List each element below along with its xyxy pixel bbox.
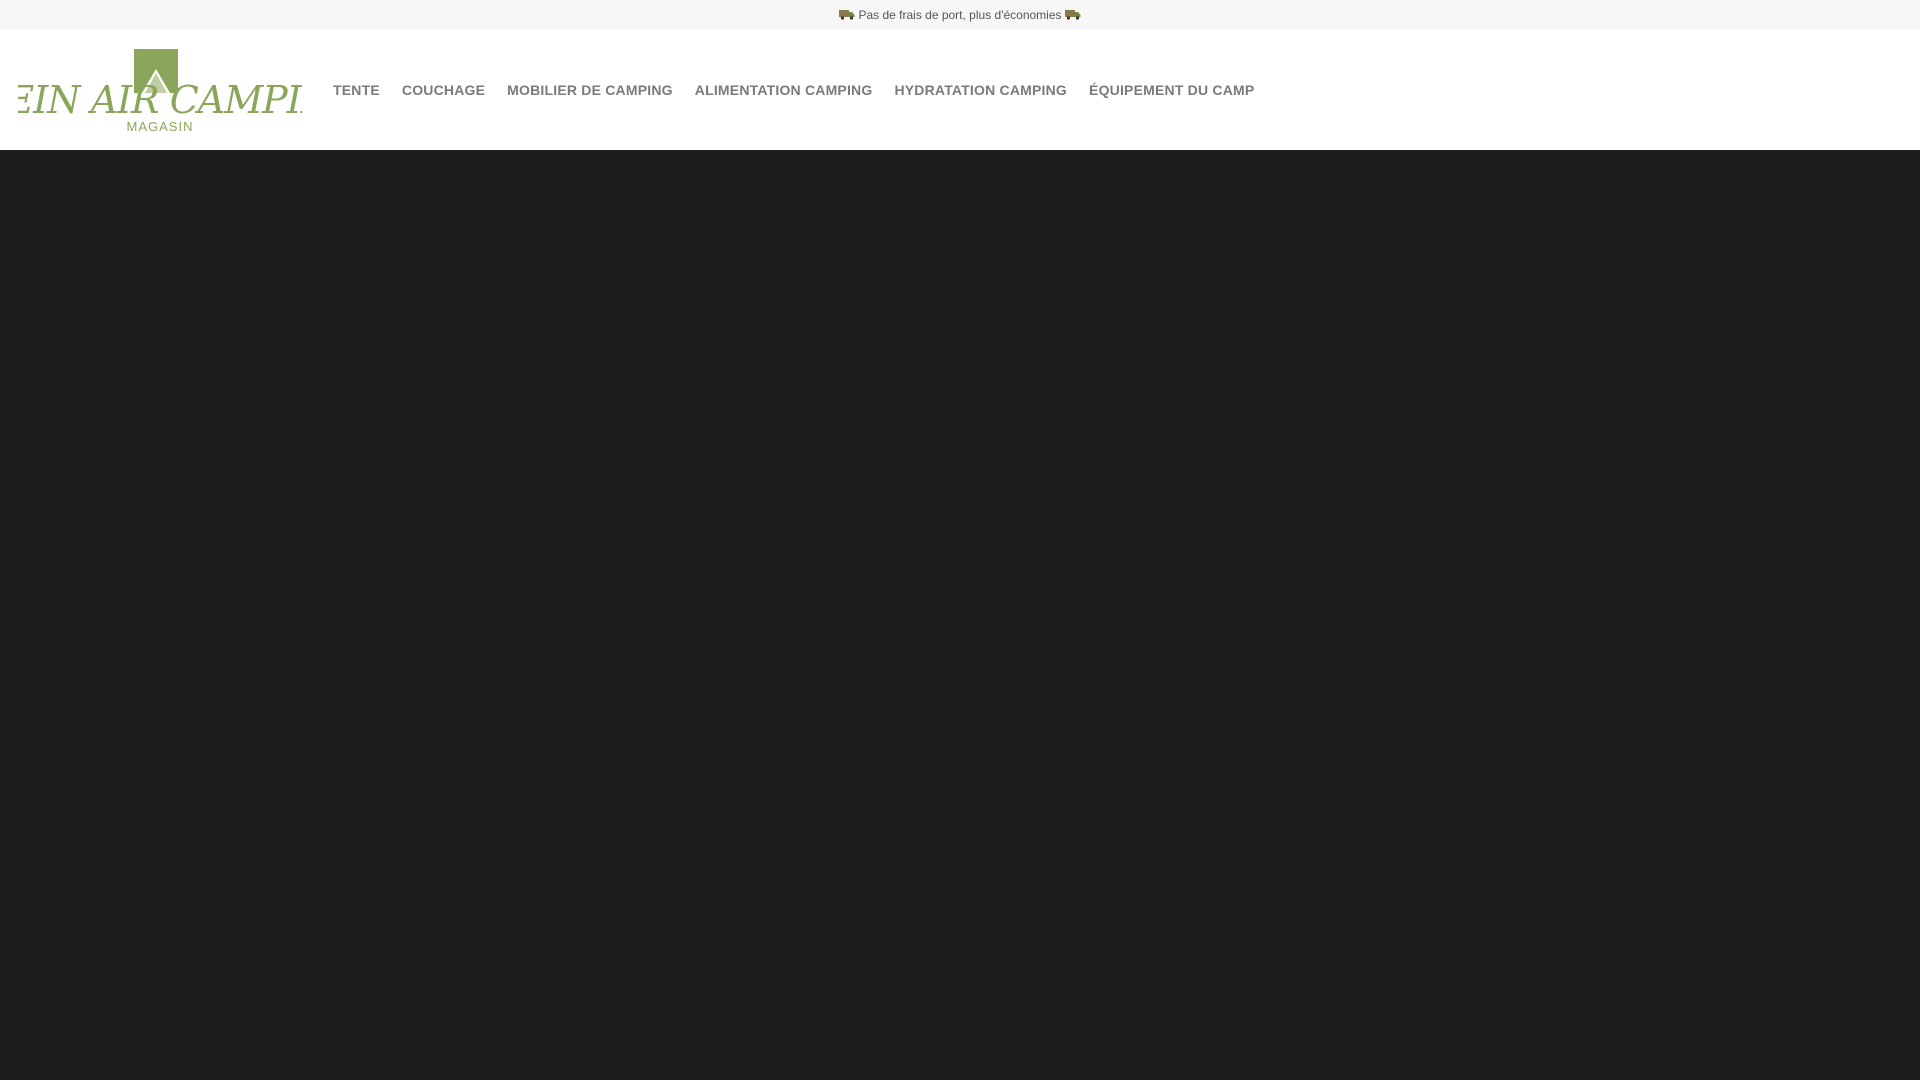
- tent-logo-icon: PLEIN AIR CAMPING MAGASIN: [0, 49, 363, 134]
- logo-wordmark: PLEIN AIR CAMPING: [18, 78, 302, 122]
- site-logo[interactable]: PLEIN AIR CAMPING MAGASIN: [0, 47, 363, 135]
- main-navigation: TENTE COUCHAGE MOBILIER DE CAMPING ALIME…: [322, 29, 1265, 150]
- truck-icon: [1064, 10, 1081, 20]
- truck-icon: [839, 10, 855, 20]
- nav-item-tente[interactable]: TENTE: [322, 82, 391, 98]
- announcement-text: Pas de frais de port, plus d'économies: [858, 7, 1062, 22]
- nav-item-hydratation[interactable]: HYDRATATION CAMPING: [883, 82, 1078, 98]
- nav-item-alimentation[interactable]: ALIMENTATION CAMPING: [684, 82, 884, 98]
- main-content-area: [0, 150, 1920, 1080]
- nav-item-mobilier[interactable]: MOBILIER DE CAMPING: [496, 82, 684, 98]
- nav-item-couchage[interactable]: COUCHAGE: [391, 82, 496, 98]
- logo-subtitle: MAGASIN: [127, 119, 194, 134]
- nav-item-equipement[interactable]: ÉQUIPEMENT DU CAMP: [1078, 82, 1265, 98]
- announcement-bar: Pas de frais de port, plus d'économies: [0, 0, 1920, 29]
- site-header: PLEIN AIR CAMPING MAGASIN TENTE COUCHAGE…: [0, 29, 1920, 150]
